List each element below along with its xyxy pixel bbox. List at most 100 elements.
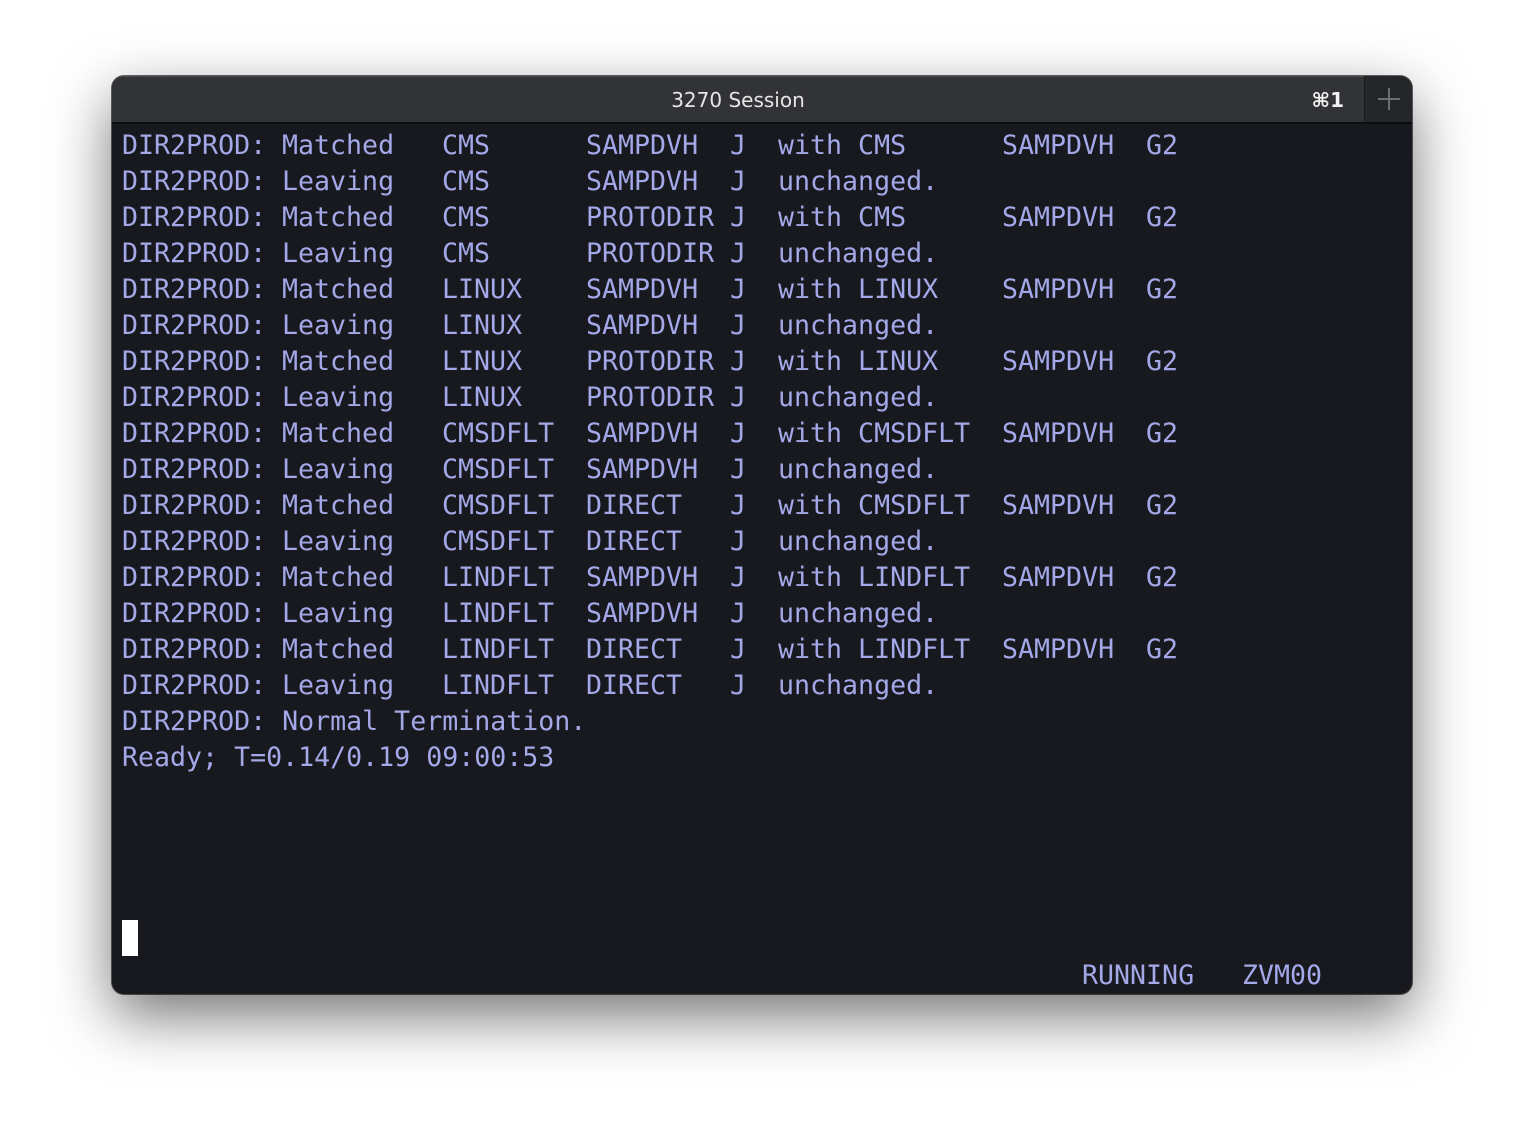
line-dir: PROTODIR xyxy=(586,346,715,377)
ready-line: Ready; T=0.14/0.19 09:00:53 xyxy=(122,742,555,773)
line-action: Leaving xyxy=(282,166,395,197)
window-title: 3270 Session xyxy=(671,88,805,112)
line-rest: unchanged. xyxy=(778,598,939,629)
line-dir: PROTODIR xyxy=(586,202,715,233)
line-action: Leaving xyxy=(282,454,395,485)
line-flag: J xyxy=(730,634,747,665)
line-action: Matched xyxy=(282,346,395,377)
line-rest: unchanged. xyxy=(778,670,939,701)
line-dir: DIRECT xyxy=(586,670,683,701)
line-flag: J xyxy=(730,454,747,485)
line-dir: SAMPDVH xyxy=(586,562,699,593)
line-flag: J xyxy=(730,274,747,305)
line-rest: with LINDFLT xyxy=(778,562,971,593)
line-user: LINDFLT xyxy=(442,634,555,665)
line-code: G2 xyxy=(1146,562,1179,593)
new-tab-button[interactable] xyxy=(1364,76,1412,122)
line-prog: DIR2PROD: xyxy=(122,238,267,269)
line-flag: J xyxy=(730,670,747,701)
line-dir: SAMPDVH xyxy=(586,454,699,485)
line-user: LINDFLT xyxy=(442,562,555,593)
line-rest: unchanged. xyxy=(778,310,939,341)
line-flag: J xyxy=(730,382,747,413)
line-action: Matched xyxy=(282,634,395,665)
line-action: Leaving xyxy=(282,310,395,341)
line-dir: SAMPDVH xyxy=(586,598,699,629)
line-prog: DIR2PROD: xyxy=(122,418,267,449)
line-flag: J xyxy=(730,130,747,161)
line-dir: SAMPDVH xyxy=(586,166,699,197)
line-dir: PROTODIR xyxy=(586,382,715,413)
line-action: Leaving xyxy=(282,670,395,701)
line-action: Leaving xyxy=(282,526,395,557)
line-flag: J xyxy=(730,526,747,557)
line-user: CMSDFLT xyxy=(442,526,555,557)
line-flag: J xyxy=(730,598,747,629)
line-action: Matched xyxy=(282,274,395,305)
line-rest: unchanged. xyxy=(778,238,939,269)
line-prog: DIR2PROD: xyxy=(122,346,267,377)
line-rest: with LINUX xyxy=(778,346,939,377)
termination-line: DIR2PROD: Normal Termination. xyxy=(122,706,587,737)
line-target: SAMPDVH xyxy=(1002,202,1115,233)
line-rest: unchanged. xyxy=(778,526,939,557)
line-rest: unchanged. xyxy=(778,382,939,413)
line-code: G2 xyxy=(1146,274,1179,305)
line-user: CMSDFLT xyxy=(442,454,555,485)
line-flag: J xyxy=(730,346,747,377)
line-target: SAMPDVH xyxy=(1002,418,1115,449)
line-user: CMS xyxy=(442,130,491,161)
line-prog: DIR2PROD: xyxy=(122,670,267,701)
line-dir: SAMPDVH xyxy=(586,130,699,161)
text-cursor xyxy=(122,920,138,956)
line-code: G2 xyxy=(1146,418,1179,449)
line-action: Leaving xyxy=(282,382,395,413)
terminal-window: 3270 Session ⌘1 DIR2PROD: Matched CMS SAMPD… xyxy=(112,76,1412,994)
line-dir: DIRECT xyxy=(586,490,683,521)
line-target: SAMPDVH xyxy=(1002,562,1115,593)
line-user: LINUX xyxy=(442,310,523,341)
line-dir: PROTODIR xyxy=(586,238,715,269)
line-code: G2 xyxy=(1146,346,1179,377)
line-rest: unchanged. xyxy=(778,454,939,485)
line-code: G2 xyxy=(1146,634,1179,665)
line-dir: DIRECT xyxy=(586,526,683,557)
line-user: LINDFLT xyxy=(442,670,555,701)
line-user: CMS xyxy=(442,202,491,233)
line-flag: J xyxy=(730,202,747,233)
line-rest: with LINUX xyxy=(778,274,939,305)
line-prog: DIR2PROD: xyxy=(122,382,267,413)
line-target: SAMPDVH xyxy=(1002,130,1115,161)
line-rest: with CMS xyxy=(778,130,907,161)
line-action: Matched xyxy=(282,490,395,521)
line-code: G2 xyxy=(1146,130,1179,161)
status-system-id: ZVM00 xyxy=(1242,960,1323,991)
line-flag: J xyxy=(730,166,747,197)
line-code: G2 xyxy=(1146,490,1179,521)
line-target: SAMPDVH xyxy=(1002,634,1115,665)
line-target: SAMPDVH xyxy=(1002,490,1115,521)
line-dir: SAMPDVH xyxy=(586,310,699,341)
line-user: LINUX xyxy=(442,346,523,377)
line-rest: with CMSDFLT xyxy=(778,418,971,449)
line-action: Matched xyxy=(282,418,395,449)
terminal-screen[interactable]: DIR2PROD: Matched CMS SAMPDVH Jwith CMS SAMPD… xyxy=(122,128,1402,991)
line-dir: DIRECT xyxy=(586,634,683,665)
line-prog: DIR2PROD: xyxy=(122,526,267,557)
line-rest: with LINDFLT xyxy=(778,634,971,665)
line-flag: J xyxy=(730,310,747,341)
title-bar: 3270 Session ⌘1 xyxy=(112,76,1412,124)
line-prog: DIR2PROD: xyxy=(122,454,267,485)
line-flag: J xyxy=(730,238,747,269)
line-action: Matched xyxy=(282,562,395,593)
line-user: LINUX xyxy=(442,382,523,413)
line-user: CMSDFLT xyxy=(442,418,555,449)
line-target: SAMPDVH xyxy=(1002,274,1115,305)
line-action: Matched xyxy=(282,202,395,233)
line-prog: DIR2PROD: xyxy=(122,130,267,161)
status-running: RUNNING xyxy=(1082,960,1195,991)
line-prog: DIR2PROD: xyxy=(122,598,267,629)
line-rest: with CMS xyxy=(778,202,907,233)
line-dir: SAMPDVH xyxy=(586,418,699,449)
line-rest: unchanged. xyxy=(778,166,939,197)
